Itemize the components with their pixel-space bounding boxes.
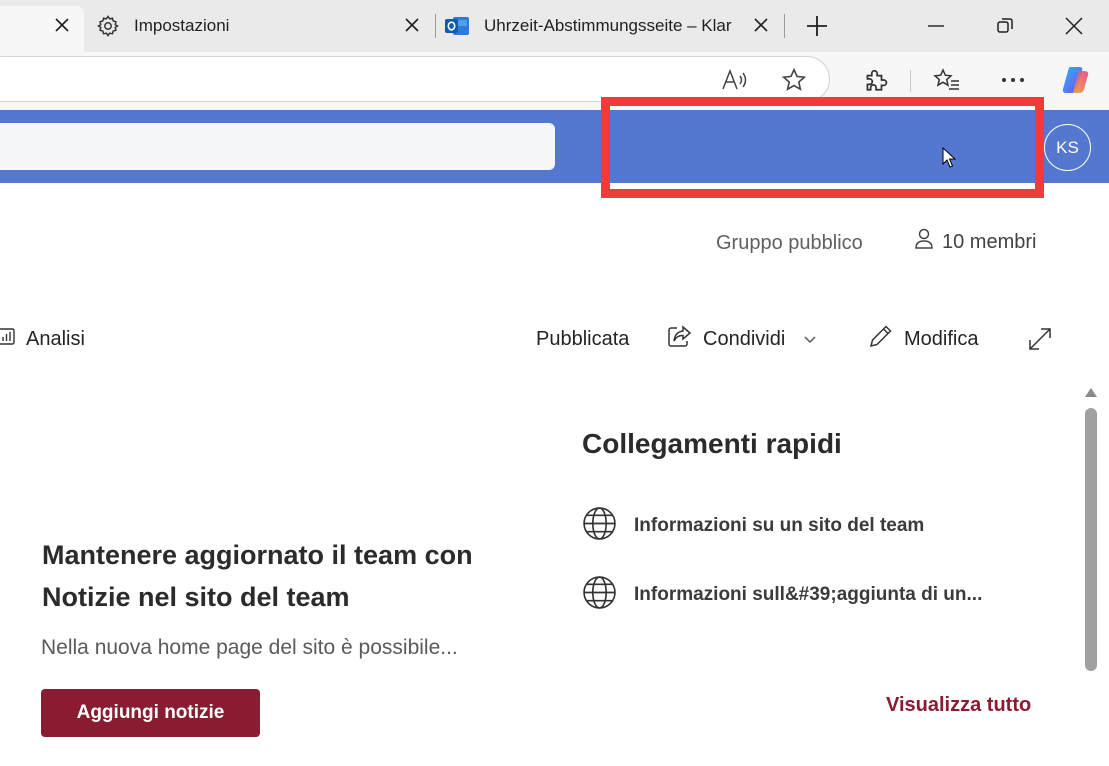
published-status: Pubblicata bbox=[536, 323, 629, 355]
scroll-up-arrow-icon[interactable] bbox=[1085, 388, 1097, 397]
pencil-icon bbox=[868, 323, 894, 355]
expand-icon[interactable] bbox=[1027, 323, 1053, 355]
edit-label: Modifica bbox=[904, 327, 979, 350]
published-label: Pubblicata bbox=[536, 327, 630, 350]
address-bar[interactable] bbox=[0, 56, 830, 102]
favorite-star-icon[interactable] bbox=[776, 62, 812, 98]
chevron-down-icon[interactable] bbox=[803, 328, 817, 351]
analytics-icon bbox=[0, 326, 16, 352]
tab-title: Impostazioni bbox=[134, 16, 230, 35]
outlook-icon bbox=[444, 13, 470, 39]
members-button[interactable]: 10 membri bbox=[914, 228, 1036, 256]
active-tab[interactable] bbox=[0, 6, 84, 52]
share-button[interactable]: Condividi bbox=[667, 323, 817, 355]
browser-tab-strip: Impostazioni Uhrzeit-Abstimmungsseite – … bbox=[0, 0, 1109, 52]
quick-link-label: Informazioni sull&#39;aggiunta di un... bbox=[634, 584, 983, 605]
analytics-label: Analisi bbox=[26, 327, 85, 350]
share-icon bbox=[667, 324, 693, 354]
extensions-icon[interactable] bbox=[857, 62, 893, 98]
avatar-initials: KS bbox=[1056, 137, 1079, 157]
read-aloud-icon[interactable] bbox=[717, 62, 753, 98]
close-window-button[interactable] bbox=[1051, 6, 1097, 46]
close-tab-icon[interactable] bbox=[746, 10, 776, 40]
tab-title: Uhrzeit-Abstimmungsseite – Klar bbox=[484, 16, 732, 35]
minimize-button[interactable] bbox=[913, 6, 959, 46]
news-title: Mantenere aggiornato il team con Notizie… bbox=[42, 540, 473, 612]
globe-icon bbox=[582, 506, 617, 546]
tab-impostazioni[interactable]: Impostazioni bbox=[95, 6, 425, 46]
quick-link-item[interactable]: Informazioni su un sito del team bbox=[582, 506, 925, 546]
news-description: Nella nuova home page del sito è possibi… bbox=[41, 636, 458, 659]
mouse-cursor-icon bbox=[942, 146, 957, 174]
more-icon[interactable] bbox=[995, 62, 1031, 98]
close-tab-icon[interactable] bbox=[397, 10, 427, 40]
person-icon bbox=[914, 228, 934, 256]
close-tab-icon[interactable] bbox=[47, 10, 77, 40]
favorites-icon[interactable] bbox=[929, 62, 965, 98]
members-count: 10 membri bbox=[942, 230, 1037, 253]
gear-icon bbox=[95, 13, 121, 39]
toolbar-divider bbox=[910, 70, 911, 92]
site-visibility: Gruppo pubblico bbox=[716, 232, 863, 254]
view-all-link[interactable]: Visualizza tutto bbox=[886, 694, 1031, 717]
avatar[interactable]: KS bbox=[1044, 124, 1091, 171]
scrollbar-thumb[interactable] bbox=[1085, 408, 1097, 671]
restore-button[interactable] bbox=[982, 6, 1028, 46]
add-news-button[interactable]: Aggiungi notizie bbox=[41, 689, 260, 737]
quick-links-title: Collegamenti rapidi bbox=[582, 428, 842, 459]
quick-link-label: Informazioni su un sito del team bbox=[634, 515, 925, 536]
search-input[interactable] bbox=[0, 123, 555, 170]
copilot-icon[interactable] bbox=[1058, 62, 1094, 98]
tab-divider bbox=[435, 14, 436, 38]
highlight-annotation bbox=[601, 97, 1044, 198]
new-tab-button[interactable] bbox=[794, 6, 840, 46]
edit-button[interactable]: Modifica bbox=[868, 323, 978, 355]
tab-outlook[interactable]: Uhrzeit-Abstimmungsseite – Klar bbox=[444, 6, 744, 46]
tab-divider bbox=[784, 14, 785, 38]
share-label: Condividi bbox=[703, 327, 786, 350]
globe-icon bbox=[582, 575, 617, 615]
quick-link-item[interactable]: Informazioni sull&#39;aggiunta di un... bbox=[582, 575, 983, 615]
analytics-button[interactable]: Analisi bbox=[0, 323, 85, 355]
